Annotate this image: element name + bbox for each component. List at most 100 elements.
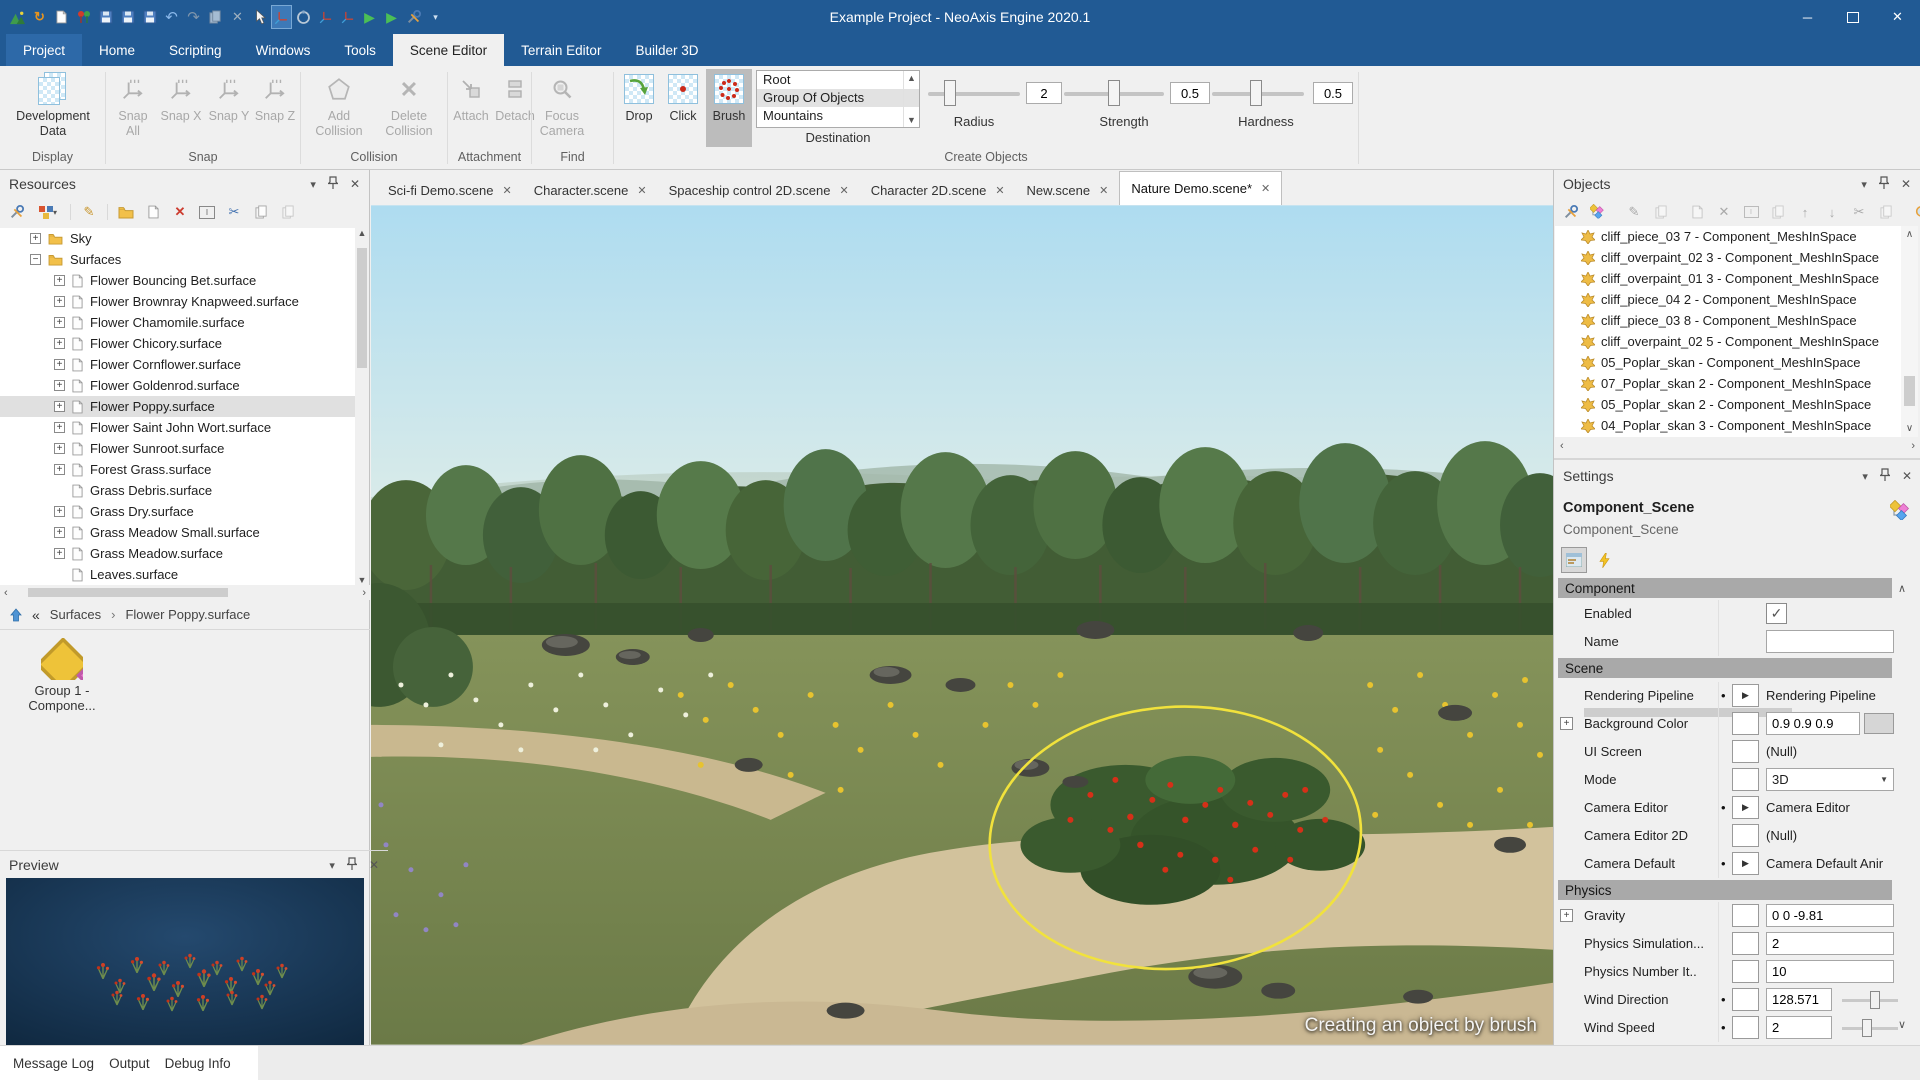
undo-icon[interactable]: ↶ <box>162 6 181 28</box>
tab-scene-editor[interactable]: Scene Editor <box>393 34 504 66</box>
object-item[interactable]: 07_Poplar_skan 2 - Component_MeshInSpace <box>1555 373 1901 394</box>
strength-slider-thumb[interactable] <box>1108 80 1120 106</box>
expand-icon[interactable]: + <box>54 443 65 454</box>
edit-icon[interactable]: ✎ <box>80 203 98 221</box>
object-item[interactable]: 05_Poplar_skan 2 - Component_MeshInSpace <box>1555 394 1901 415</box>
reference-button[interactable]: ▶ <box>1732 852 1759 875</box>
chevron-down-icon[interactable]: ▾ <box>1862 470 1868 483</box>
tree-item-surface[interactable]: +Flower Chicory.surface <box>0 333 356 354</box>
tree-item-surface[interactable]: +Leaves.surface <box>0 564 356 585</box>
expand-icon[interactable]: + <box>54 527 65 538</box>
tree-item-surface[interactable]: +Grass Dry.surface <box>0 501 356 522</box>
expand-icon[interactable]: + <box>54 548 65 559</box>
collapse-icon[interactable]: − <box>30 254 41 265</box>
tree-item-surface[interactable]: +Grass Meadow.surface <box>0 543 356 564</box>
reference-button[interactable]: ▶ <box>1732 684 1759 707</box>
new-resource-icon[interactable] <box>144 203 162 221</box>
physics-iterations-input[interactable] <box>1766 960 1894 983</box>
group-component-item[interactable]: Group 1 - Compone... <box>14 638 110 713</box>
close-icon[interactable]: ✕ <box>369 858 379 872</box>
reference-button[interactable]: ▶ <box>1732 796 1759 819</box>
expand-icon[interactable]: + <box>54 275 65 286</box>
development-data-button[interactable]: Development Data <box>6 69 100 147</box>
background-color-input[interactable] <box>1766 712 1860 735</box>
new-folder-icon[interactable] <box>117 203 135 221</box>
expand-icon[interactable]: + <box>54 338 65 349</box>
close-icon[interactable]: ✕ <box>637 184 646 197</box>
scroll-up-icon[interactable]: ∧ <box>1906 229 1913 240</box>
tab-builder-3d[interactable]: Builder 3D <box>618 34 715 66</box>
back-icon[interactable]: « <box>32 607 40 623</box>
destination-scroll-up-icon[interactable]: ▲ <box>907 73 916 83</box>
delete-icon[interactable]: ✕ <box>171 203 189 221</box>
tools-icon[interactable] <box>404 6 423 28</box>
breadcrumb-root[interactable]: Surfaces <box>50 607 101 622</box>
components-icon[interactable] <box>1589 203 1607 221</box>
properties-view-button[interactable] <box>1562 548 1586 572</box>
resources-vertical-scrollbar[interactable]: ▲ ▼ <box>355 228 369 585</box>
transform-tool-icon[interactable] <box>338 6 357 28</box>
doc-tab-nature-demo[interactable]: Nature Demo.scene*✕ <box>1119 171 1282 205</box>
object-item[interactable]: cliff_piece_03 8 - Component_MeshInSpace <box>1555 310 1901 331</box>
tree-item-surface[interactable]: +Flower Goldenrod.surface <box>0 375 356 396</box>
tab-output[interactable]: Output <box>109 1056 150 1071</box>
copy-icon[interactable] <box>252 203 270 221</box>
expand-icon[interactable]: + <box>54 401 65 412</box>
play-icon[interactable]: ▶ <box>360 6 379 28</box>
destination-item-group-of-objects[interactable]: Group Of Objects <box>757 89 919 107</box>
radius-slider-thumb[interactable] <box>944 80 956 106</box>
reference-button[interactable] <box>1732 1016 1759 1039</box>
tab-windows[interactable]: Windows <box>239 34 328 66</box>
paste-icon[interactable] <box>279 203 297 221</box>
cut-icon[interactable]: ✂ <box>225 203 243 221</box>
close-icon[interactable]: ✕ <box>350 177 360 191</box>
tab-terrain-editor[interactable]: Terrain Editor <box>504 34 618 66</box>
tree-item-surface[interactable]: +Flower Cornflower.surface <box>0 354 356 375</box>
tab-home[interactable]: Home <box>82 34 152 66</box>
radius-value-input[interactable] <box>1026 82 1062 104</box>
scene-viewport[interactable]: Creating an object by brush <box>371 205 1553 1045</box>
name-input[interactable] <box>1766 630 1894 653</box>
hardness-value-input[interactable] <box>1313 82 1353 104</box>
physics-simulation-input[interactable] <box>1766 932 1894 955</box>
enabled-checkbox[interactable]: ✓ <box>1766 603 1787 624</box>
filter-icon[interactable]: ▾ <box>35 203 61 221</box>
object-item[interactable]: 05_Poplar_skan - Component_MeshInSpace <box>1555 352 1901 373</box>
scroll-left-icon[interactable]: ‹ <box>1560 440 1564 452</box>
objects-horizontal-scrollbar[interactable]: ‹ › <box>1554 437 1920 454</box>
events-view-button[interactable] <box>1592 548 1616 572</box>
expand-icon[interactable]: + <box>1560 909 1573 922</box>
scroll-down-icon[interactable]: ▼ <box>355 575 369 585</box>
move-tool-icon[interactable] <box>272 6 291 28</box>
click-button[interactable]: Click <box>662 69 704 147</box>
search-icon[interactable] <box>1913 203 1920 221</box>
reference-button[interactable] <box>1732 768 1759 791</box>
reference-button[interactable] <box>1732 932 1759 955</box>
expand-icon[interactable]: + <box>54 464 65 475</box>
save-all-icon[interactable] <box>118 6 137 28</box>
wind-speed-slider-thumb[interactable] <box>1862 1019 1872 1037</box>
pin-icon[interactable] <box>1879 176 1889 193</box>
tree-item-surface[interactable]: +Flower Chamomile.surface <box>0 312 356 333</box>
tab-project[interactable]: Project <box>6 34 82 66</box>
hardness-slider-thumb[interactable] <box>1250 80 1262 106</box>
customize-toolbar-icon[interactable]: ▾ <box>426 6 445 28</box>
mode-dropdown[interactable]: 3D▼ <box>1766 768 1894 791</box>
scroll-right-icon[interactable]: › <box>1911 440 1915 452</box>
gravity-input[interactable] <box>1766 904 1894 927</box>
maximize-button[interactable] <box>1830 0 1875 34</box>
expand-icon[interactable]: + <box>54 359 65 370</box>
close-icon[interactable]: ✕ <box>1261 182 1270 195</box>
wind-speed-input[interactable] <box>1766 1016 1832 1039</box>
settings-scroll-down-icon[interactable]: ∨ <box>1898 1018 1906 1031</box>
reference-button[interactable] <box>1732 904 1759 927</box>
tree-item-surface[interactable]: +Flower Bouncing Bet.surface <box>0 270 356 291</box>
scroll-right-icon[interactable]: › <box>362 587 366 599</box>
tab-tools[interactable]: Tools <box>327 34 393 66</box>
expand-icon[interactable]: + <box>54 317 65 328</box>
expand-icon[interactable]: + <box>30 233 41 244</box>
object-item[interactable]: cliff_piece_03 7 - Component_MeshInSpace <box>1555 226 1901 247</box>
rotate-tool-icon[interactable] <box>294 6 313 28</box>
object-item[interactable]: cliff_overpaint_02 5 - Component_MeshInS… <box>1555 331 1901 352</box>
doc-tab-spaceship-control-2d[interactable]: Spaceship control 2D.scene✕ <box>658 176 860 205</box>
